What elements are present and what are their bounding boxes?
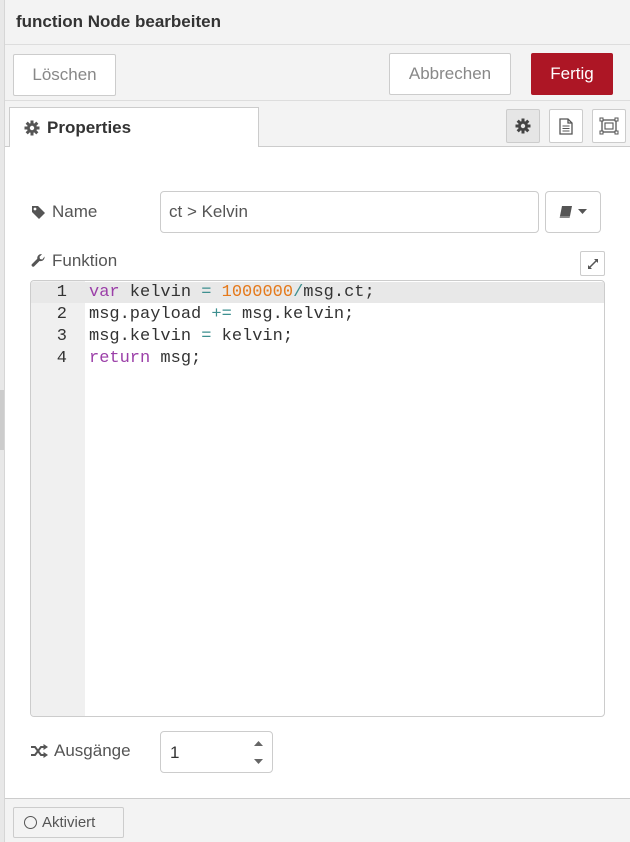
line-number: 3 [56, 327, 67, 346]
code-token: msg.ct; [303, 283, 375, 302]
circle-icon [24, 816, 37, 829]
shuffle-icon [31, 744, 48, 758]
outputs-value[interactable]: 1 [170, 743, 179, 763]
code-text: msg.payload += msg.kelvin; [89, 304, 354, 326]
outputs-label-text: Ausgänge [54, 741, 131, 760]
cancel-button[interactable]: Abbrechen [389, 53, 511, 95]
code-line[interactable]: 4 return msg; [31, 348, 604, 370]
chevron-down-icon [254, 759, 263, 764]
code-editor[interactable]: 1 var kelvin = 1000000/msg.ct; 2 msg.payloa… [30, 280, 605, 717]
code-token: kelvin [119, 283, 202, 302]
code-token: / [293, 283, 304, 302]
code-line[interactable]: 3 msg.kelvin = kelvin; [31, 326, 604, 348]
code-token: msg.payload [89, 305, 212, 324]
code-text: return msg; [89, 348, 201, 370]
function-label: Funktion [31, 251, 117, 271]
dialog-title: function Node bearbeiten [16, 12, 221, 31]
code-token: kelvin; [211, 327, 294, 346]
name-label-text: Name [52, 202, 98, 221]
code-token: msg.kelvin; [231, 305, 355, 324]
tab-properties-label: Properties [47, 118, 132, 137]
code-token: = [201, 327, 212, 346]
name-input[interactable]: ct > Kelvin [160, 191, 539, 233]
code-line[interactable]: 1 var kelvin = 1000000/msg.ct; [31, 282, 604, 304]
tab-description-button[interactable] [549, 109, 583, 143]
tag-icon [32, 205, 45, 219]
code-token: = [201, 283, 212, 302]
dialog-toolbar: Löschen Abbrechen Fertig [5, 45, 630, 101]
enabled-toggle[interactable]: Aktiviert [13, 807, 124, 838]
expand-icon [587, 258, 598, 269]
document-icon [559, 117, 573, 135]
resize-handle[interactable] [0, 390, 4, 450]
done-button[interactable]: Fertig [531, 53, 613, 95]
delete-button[interactable]: Löschen [13, 54, 116, 96]
code-text: msg.kelvin = kelvin; [89, 326, 293, 348]
name-label: Name [31, 202, 97, 222]
frame-icon [599, 117, 619, 135]
tab-appearance-button[interactable] [592, 109, 626, 143]
library-button[interactable] [545, 191, 601, 233]
tab-properties[interactable]: Properties [9, 107, 259, 148]
expand-editor-button[interactable] [580, 251, 605, 276]
chevron-up-icon [254, 741, 263, 746]
spinner-up-button[interactable] [245, 733, 272, 753]
code-token: 1000000 [221, 283, 294, 302]
outputs-spinner[interactable]: 1 [160, 731, 273, 773]
line-number: 2 [56, 305, 67, 324]
gear-icon [515, 118, 531, 134]
wrench-icon [31, 253, 45, 267]
tab-settings-button[interactable] [506, 109, 540, 143]
code-line[interactable]: 2 msg.payload += msg.kelvin; [31, 304, 604, 326]
spinner-down-button[interactable] [245, 752, 272, 772]
tabs-bar: Properties [5, 101, 630, 148]
code-token: msg; [150, 349, 202, 368]
code-token: var [89, 283, 120, 302]
properties-panel: Name ct > Kelvin Funktion 1 var kelvin = … [5, 147, 630, 798]
line-number: 4 [56, 349, 67, 368]
dialog-footer: Aktiviert [5, 798, 630, 842]
function-label-text: Funktion [52, 251, 118, 270]
book-icon [559, 206, 572, 218]
line-number: 1 [56, 283, 67, 302]
outputs-label: Ausgänge [31, 741, 131, 761]
enabled-label: Aktiviert [42, 814, 96, 831]
code-token: msg.kelvin [89, 327, 202, 346]
gear-icon [24, 120, 40, 136]
code-token: += [211, 305, 232, 324]
code-text: var kelvin = 1000000/msg.ct; [89, 282, 375, 304]
code-token: return [89, 349, 151, 368]
caret-down-icon [578, 209, 587, 214]
dialog-header: function Node bearbeiten [5, 0, 630, 45]
